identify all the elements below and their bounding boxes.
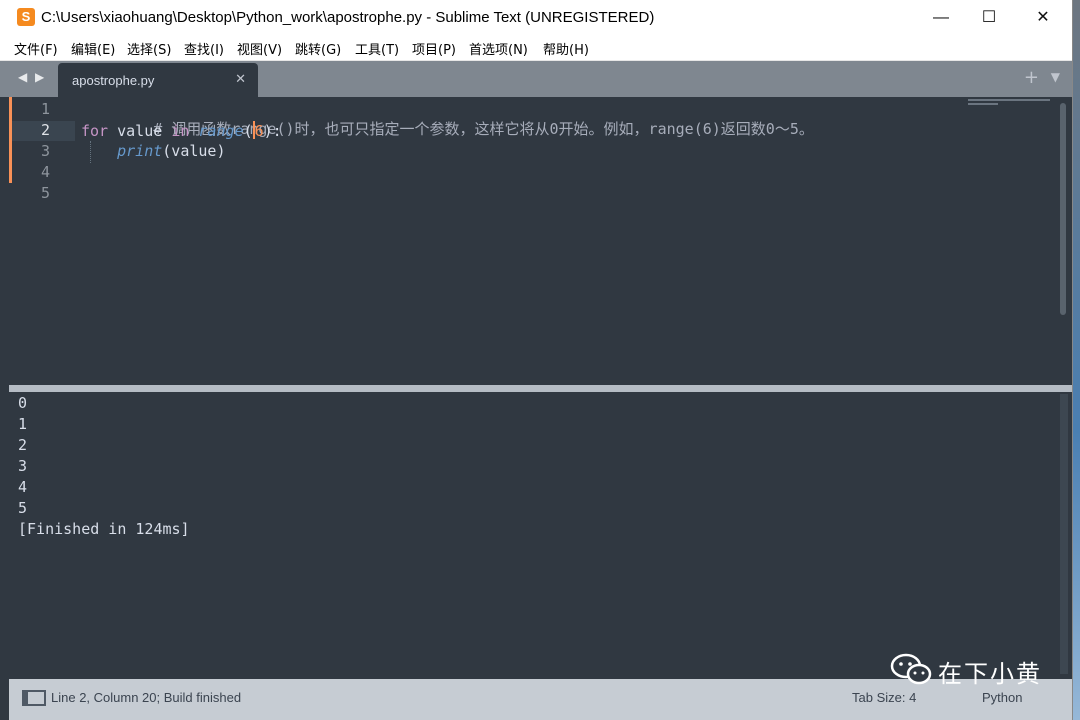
menu-bar: 文件(F) 编辑(E) 选择(S) 查找(I) 视图(V) 跳转(G) 工具(T…	[0, 36, 1072, 61]
output-line: 4	[18, 478, 28, 496]
tab-scroll-right-icon[interactable]: ▶	[35, 70, 44, 84]
title-bar: S C:\Users\xiaohuang\Desktop\Python_work…	[0, 0, 1072, 36]
wechat-icon	[890, 653, 932, 685]
panel-splitter[interactable]	[9, 385, 1072, 392]
print-arguments: (value)	[162, 142, 226, 160]
line-number: 3	[40, 142, 50, 160]
watermark-text: 在下小黄	[938, 660, 1042, 688]
new-tab-icon[interactable]: +	[1024, 67, 1039, 88]
tab-bar: ◀ ▶ apostrophe.py ✕ + ▼	[0, 61, 1072, 97]
maximize-button[interactable]: ☐	[966, 0, 1012, 36]
line-number: 1	[40, 100, 50, 118]
menu-edit[interactable]: 编辑(E)	[71, 39, 115, 58]
output-line: 3	[18, 457, 28, 475]
line-number: 2	[40, 121, 50, 139]
window-title: C:\Users\xiaohuang\Desktop\Python_work\a…	[41, 9, 655, 26]
sublime-logo-icon: S	[17, 8, 35, 26]
build-output-panel[interactable]: 0 1 2 3 4 5 [Finished in 124ms]	[9, 392, 1072, 679]
line-number: 5	[40, 184, 50, 202]
output-scrollbar[interactable]	[1060, 394, 1068, 674]
tab-size-selector[interactable]: Tab Size: 4	[852, 690, 916, 705]
function-range: range	[198, 122, 244, 140]
desktop-background-strip	[1072, 0, 1080, 720]
menu-help[interactable]: 帮助(H)	[543, 39, 589, 58]
menu-project[interactable]: 项目(P)	[412, 39, 456, 58]
editor-scrollbar[interactable]	[1060, 103, 1066, 315]
output-line: 1	[18, 415, 28, 433]
output-line: 0	[18, 394, 28, 412]
cursor-position-status: Line 2, Column 20; Build finished	[51, 690, 242, 705]
toggle-panel-icon[interactable]	[22, 690, 46, 706]
tab-close-icon[interactable]: ✕	[235, 72, 246, 87]
menu-selection[interactable]: 选择(S)	[127, 39, 171, 58]
close-paren-colon: ):	[263, 122, 282, 140]
line-number: 4	[40, 163, 50, 181]
menu-preferences[interactable]: 首选项(N)	[469, 39, 528, 58]
output-line: 2	[18, 436, 28, 454]
syntax-selector[interactable]: Python	[982, 690, 1022, 705]
number-literal: 6	[254, 122, 264, 140]
build-finished-line: [Finished in 124ms]	[18, 520, 190, 538]
code-line-2: for value in range(6):	[81, 121, 282, 142]
menu-goto[interactable]: 跳转(G)	[295, 39, 341, 58]
open-paren: (	[243, 122, 253, 140]
variable-value: value	[108, 122, 172, 140]
menu-view[interactable]: 视图(V)	[237, 39, 282, 58]
minimap[interactable]	[968, 99, 1050, 109]
tab-apostrophe-py[interactable]: apostrophe.py ✕	[58, 63, 258, 97]
keyword-in: in	[171, 122, 190, 140]
code-line-1: # 调用函数range()时，也可只指定一个参数，这样它将从0开始。例如，ran…	[81, 100, 814, 138]
code-line-3: print(value)	[81, 142, 226, 163]
keyword-for: for	[81, 122, 109, 140]
menu-tools[interactable]: 工具(T)	[355, 39, 399, 58]
tab-list-dropdown-icon[interactable]: ▼	[1051, 70, 1060, 84]
tab-label: apostrophe.py	[72, 73, 155, 88]
code-editor[interactable]: 1 2 3 4 5 # 调用函数range()时，也可只指定一个参数，这样它将从…	[9, 97, 1072, 385]
menu-file[interactable]: 文件(F)	[14, 39, 58, 58]
tab-scroll-left-icon[interactable]: ◀	[18, 70, 27, 84]
line-number-gutter: 1 2 3 4 5	[9, 97, 75, 385]
function-print: print	[117, 142, 163, 160]
code-area[interactable]: # 调用函数range()时，也可只指定一个参数，这样它将从0开始。例如，ran…	[81, 97, 814, 187]
menu-find[interactable]: 查找(I)	[184, 39, 224, 58]
output-line: 5	[18, 499, 28, 517]
close-button[interactable]: ✕	[1020, 0, 1066, 36]
sublime-window: S C:\Users\xiaohuang\Desktop\Python_work…	[0, 0, 1072, 720]
minimize-button[interactable]: —	[918, 0, 964, 36]
